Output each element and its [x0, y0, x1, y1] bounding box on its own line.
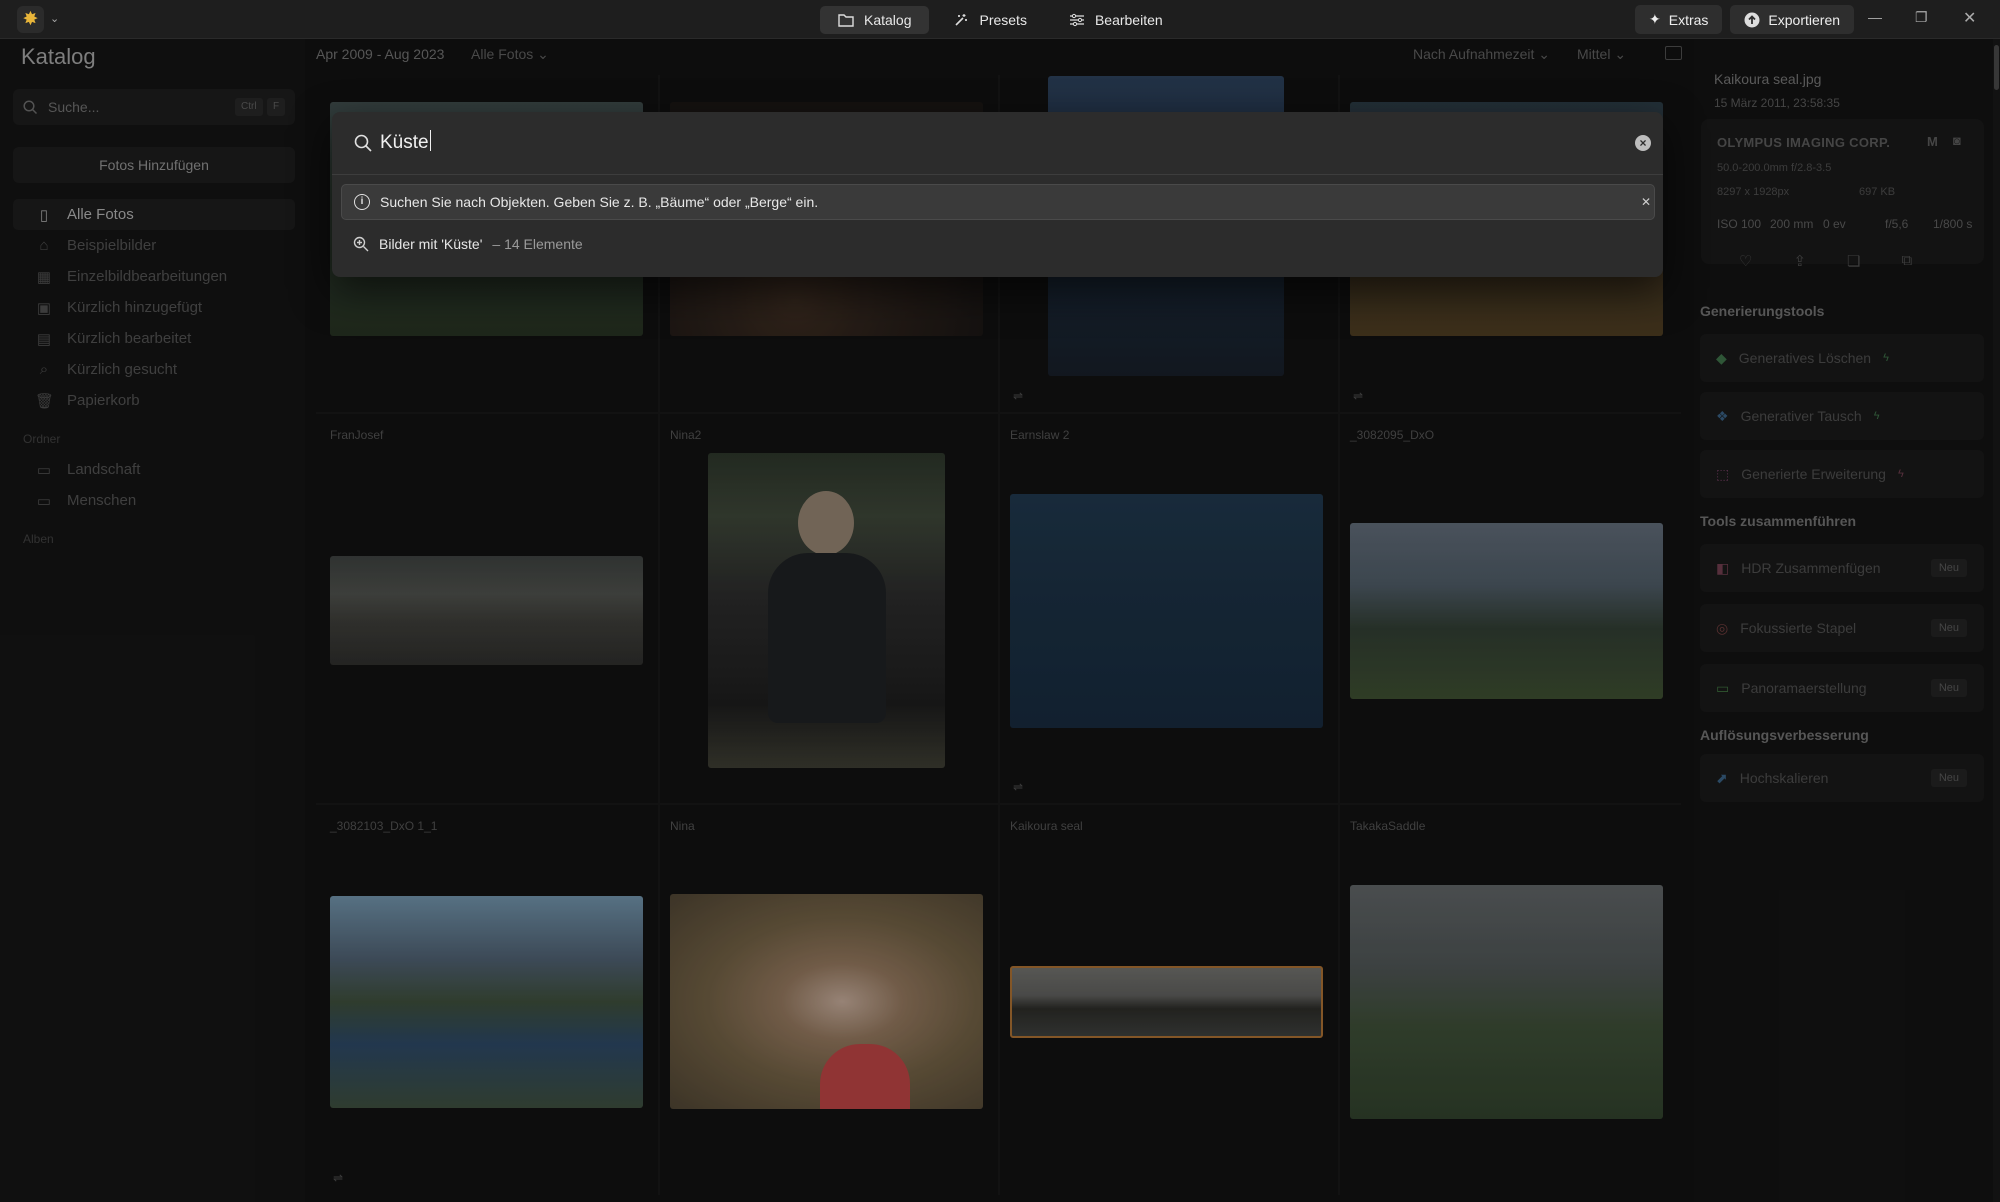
- export-icon: [1744, 12, 1760, 27]
- result-count: – 14 Elemente: [492, 236, 583, 252]
- topbar-actions: ✦ Extras Exportieren: [1635, 5, 1855, 34]
- app-logo-icon[interactable]: ✸: [17, 6, 44, 33]
- tab-presets-label: Presets: [979, 12, 1027, 28]
- extras-button[interactable]: ✦ Extras: [1635, 5, 1723, 34]
- tab-presets[interactable]: Presets: [935, 6, 1044, 34]
- tab-katalog[interactable]: Katalog: [820, 6, 930, 34]
- close-hint-icon[interactable]: ✕: [1641, 195, 1651, 209]
- export-label: Exportieren: [1768, 11, 1841, 28]
- object-search-input[interactable]: Küste ×: [332, 112, 1663, 175]
- search-result-item[interactable]: Bilder mit 'Küste' – 14 Elemente: [353, 236, 583, 252]
- text-caret: [429, 130, 431, 151]
- search-query: Küste: [380, 132, 429, 153]
- search-hint-banner: i Suchen Sie nach Objekten. Geben Sie z.…: [341, 184, 1655, 220]
- info-icon: i: [354, 194, 370, 210]
- title-bar: ✸ ⌄ Katalog Presets Bearbeiten ✦ Extras: [0, 0, 2000, 39]
- tab-bearbeiten[interactable]: Bearbeiten: [1051, 6, 1181, 34]
- export-button[interactable]: Exportieren: [1730, 5, 1855, 34]
- mode-tabs: Katalog Presets Bearbeiten: [820, 6, 1181, 34]
- result-label: Bilder mit 'Küste': [379, 236, 483, 252]
- restore-icon[interactable]: ❐: [1915, 9, 1928, 26]
- sliders-icon: [1069, 13, 1084, 27]
- search-hint-text: Suchen Sie nach Objekten. Geben Sie z. B…: [380, 194, 819, 210]
- object-search-popup: Küste × i Suchen Sie nach Objekten. Gebe…: [332, 112, 1663, 277]
- minimize-icon[interactable]: —: [1868, 9, 1882, 25]
- search-icon: [354, 134, 372, 152]
- search-query-wrapper: Küste: [380, 130, 431, 154]
- tab-katalog-label: Katalog: [864, 12, 912, 28]
- folder-icon: [838, 14, 854, 27]
- chevron-down-icon[interactable]: ⌄: [50, 12, 59, 25]
- clear-search-icon[interactable]: ×: [1635, 135, 1651, 151]
- magic-wand-icon: [955, 14, 968, 26]
- extras-label: Extras: [1668, 11, 1709, 28]
- zoom-search-icon: [353, 236, 369, 252]
- tab-bearbeiten-label: Bearbeiten: [1094, 12, 1163, 28]
- app-window: ✸ ⌄ Katalog Presets Bearbeiten ✦ Extras: [0, 0, 2000, 1202]
- sparkle-icon: ✦: [1649, 11, 1661, 27]
- close-icon[interactable]: ✕: [1963, 8, 1976, 28]
